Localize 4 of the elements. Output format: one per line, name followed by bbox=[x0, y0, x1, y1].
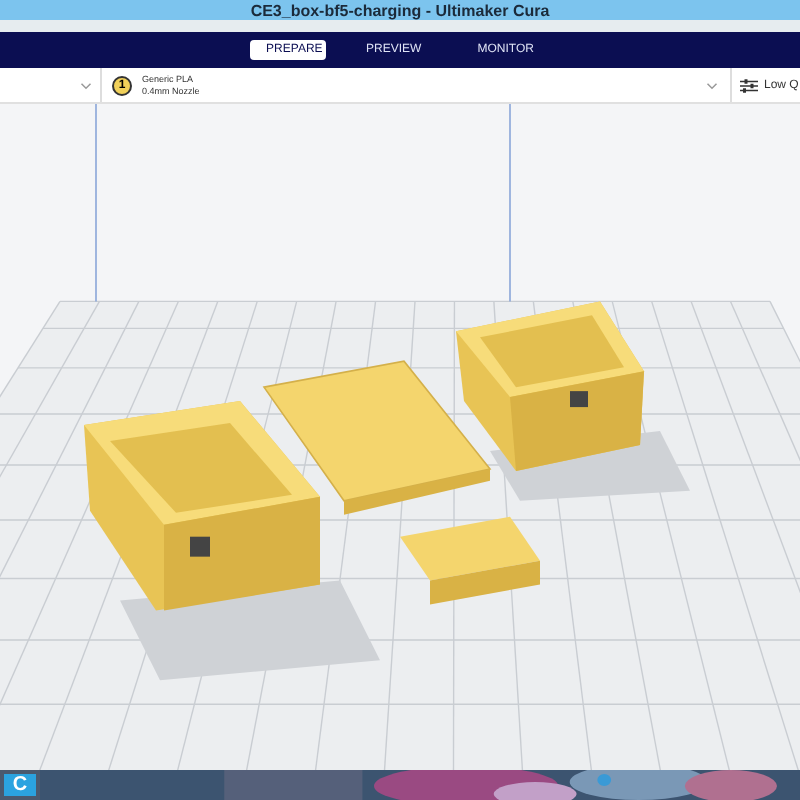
chevron-down-icon bbox=[706, 81, 718, 89]
window-title: CE3_box-bf5-charging - Ultimaker Cura bbox=[250, 1, 550, 19]
sliders-icon bbox=[740, 77, 758, 93]
chevron-down-icon bbox=[80, 81, 92, 89]
